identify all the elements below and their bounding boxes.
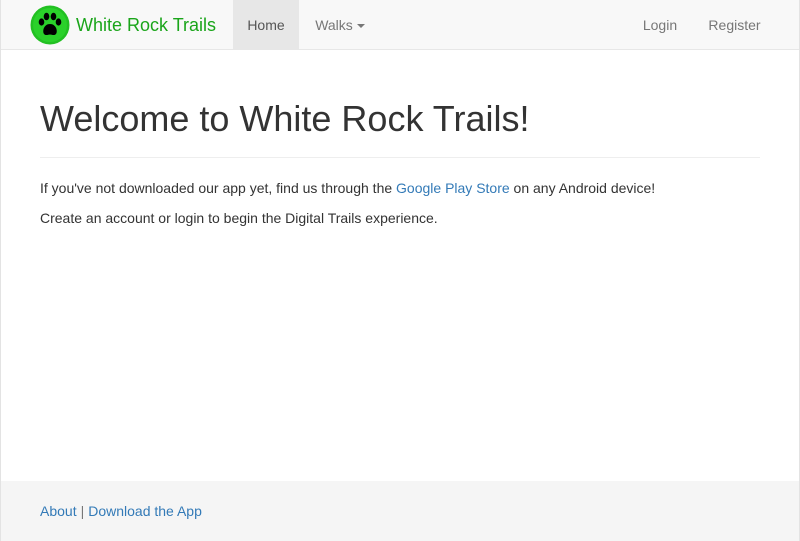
caret-down-icon [356, 24, 365, 29]
brand-title: White Rock Trails [76, 15, 217, 35]
footer-about-link[interactable]: About [40, 503, 77, 519]
page: White Rock Trails Home Walks Login Regis… [0, 0, 800, 541]
nav-register[interactable]: Register [692, 0, 777, 50]
nav-home-label: Home [247, 17, 285, 33]
nav-register-label: Register [708, 17, 761, 33]
page-title: Welcome to White Rock Trails! [40, 98, 530, 139]
main-content: Welcome to White Rock Trails! If you've … [40, 50, 760, 228]
google-play-store-link[interactable]: Google Play Store [396, 180, 510, 196]
footer-download-link[interactable]: Download the App [88, 503, 202, 519]
brand-link[interactable]: White Rock Trails [30, 5, 216, 45]
intro-text-after: on any Android device! [509, 180, 656, 196]
footer-separator: | [80, 503, 85, 519]
nav-walks-label: Walks [315, 17, 353, 33]
nav-home[interactable]: Home [233, 0, 299, 50]
nav-login-label: Login [642, 17, 678, 33]
heading-divider [40, 157, 760, 158]
account-paragraph: Create an account or login to begin the … [40, 210, 438, 226]
nav-login[interactable]: Login [628, 0, 692, 50]
paw-print-icon [30, 5, 70, 45]
footer-links: About | Download the App [40, 501, 202, 521]
nav-walks-dropdown[interactable]: Walks [299, 0, 381, 50]
intro-text-before: If you've not downloaded our app yet, fi… [40, 180, 397, 196]
footer: About | Download the App [1, 481, 799, 541]
navbar: White Rock Trails Home Walks Login Regis… [1, 0, 799, 50]
intro-paragraph: If you've not downloaded our app yet, fi… [40, 178, 760, 198]
